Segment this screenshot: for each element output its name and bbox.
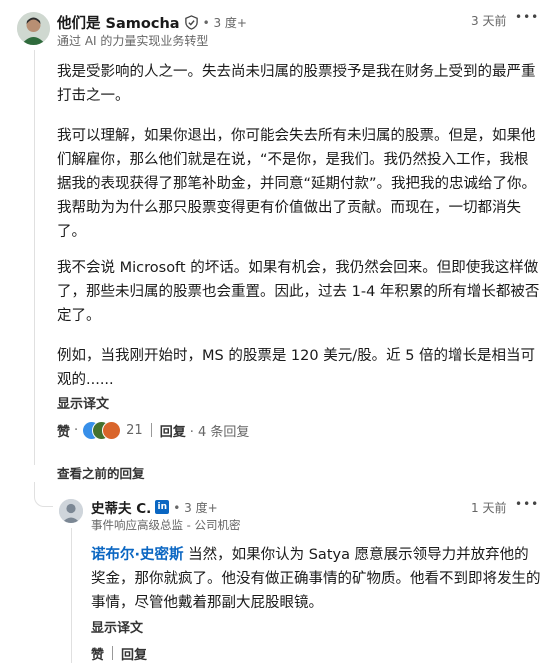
reply-more-options-icon[interactable]: ••• (515, 497, 539, 511)
comment-paragraph: 例如，当我刚开始时，MS 的股票是 120 美元/股。近 5 倍的增长是相当可观… (57, 348, 536, 388)
connection-degree: • 3 度+ (202, 15, 247, 30)
reply-author-avatar[interactable] (59, 499, 83, 523)
author-line: 他们是 Samocha • 3 度+ (57, 12, 247, 32)
show-translation-button[interactable]: 显示译文 (57, 393, 109, 412)
more-options-icon[interactable]: ••• (515, 10, 539, 24)
reply-button[interactable]: 回复 (160, 421, 186, 440)
reply-time: 1 天前 (471, 501, 507, 515)
mention-link[interactable]: 诺布尔·史密斯 (91, 547, 184, 563)
reply-text: 诺布尔·史密斯 当然，如果你认为 Satya 愿意展示领导力并放弃他的奖金，那你… (91, 543, 543, 615)
reply-count[interactable]: · 4 条回复 (190, 421, 250, 440)
thread-connector (34, 482, 53, 507)
like-button[interactable]: 赞 (57, 421, 70, 440)
reply-actions: 赞 回复 (91, 644, 147, 663)
reply-like-button[interactable]: 赞 (91, 644, 104, 663)
linkedin-icon: in (155, 500, 170, 514)
comment-paragraph: 我是受影响的人之一。失去尚未归属的股票授予是我在财务上受到的最严重打击之一。 (57, 64, 536, 104)
reply-reply-button[interactable]: 回复 (121, 644, 147, 663)
comment-paragraph: 我可以理解，如果你退出，你可能会失去所有未归属的股票。但是，如果他们解雇你，那么… (57, 128, 537, 240)
view-previous-replies[interactable]: 查看之前的回复 (57, 463, 145, 482)
reply-author-line: 史蒂夫 C. in • 3 度+ (91, 497, 218, 517)
divider (150, 423, 152, 437)
verified-icon (184, 14, 199, 30)
reaction-count[interactable]: 21 (126, 423, 143, 438)
separator: · (74, 422, 79, 438)
author-headline: 通过 AI 的力量实现业务转型 (57, 34, 209, 48)
author-avatar[interactable] (17, 12, 50, 45)
comment-paragraph: 我不会说 Microsoft 的坏话。如果有机会，我仍然会回来。但即使我这样做了… (57, 260, 540, 324)
author-name[interactable]: 他们是 Samocha (57, 12, 180, 33)
comment-actions: 赞 · 21 回复 · 4 条回复 (57, 420, 249, 440)
thread-line (34, 50, 35, 465)
insightful-reaction-icon (102, 421, 122, 440)
reply-show-translation-button[interactable]: 显示译文 (91, 617, 143, 636)
reply-author-name[interactable]: 史蒂夫 C. (91, 497, 151, 517)
reactions-icons[interactable] (82, 421, 122, 440)
comment-time: 3 天前 (471, 14, 507, 28)
reply-thread-line (71, 528, 72, 663)
reply-author-headline: 事件响应高级总监 - 公司机密 (91, 518, 241, 532)
divider (112, 646, 114, 660)
reply-connection-degree: • 3 度+ (173, 500, 218, 515)
